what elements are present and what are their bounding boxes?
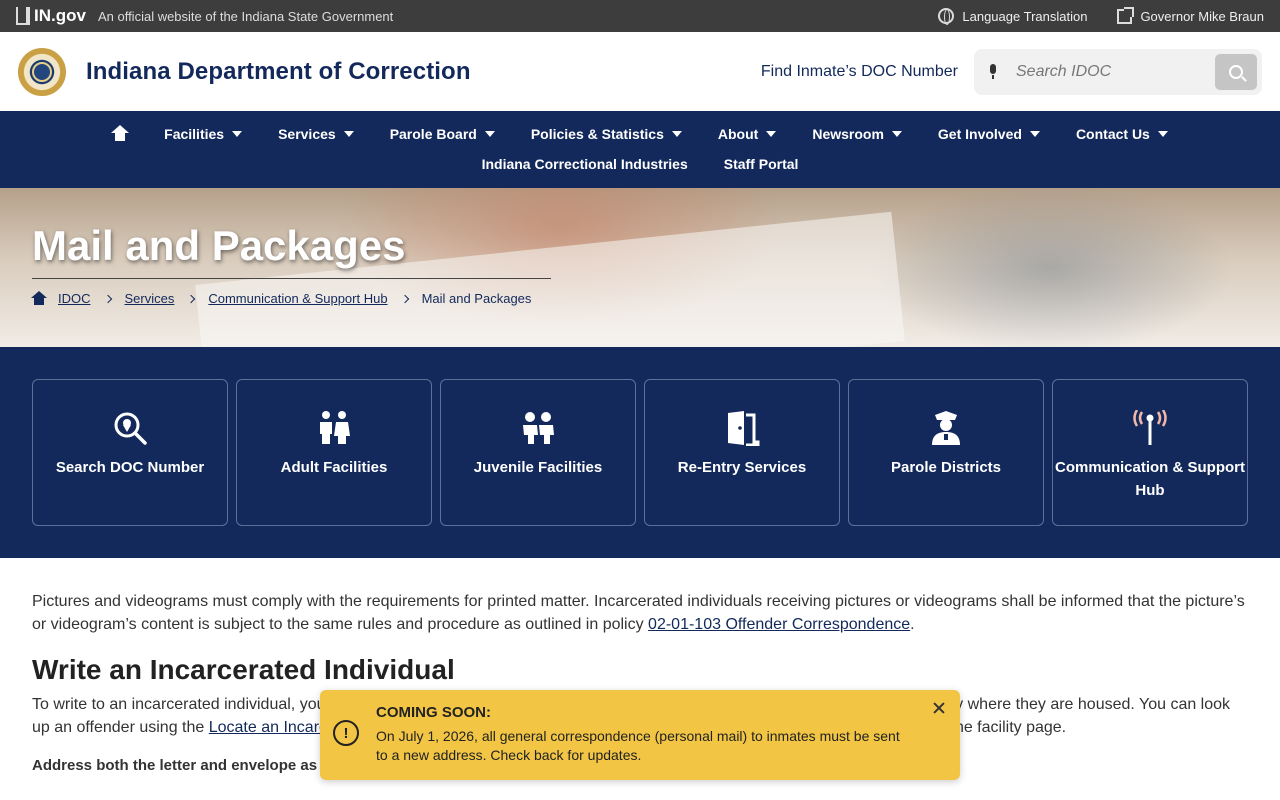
nav-label: Get Involved bbox=[937, 126, 1022, 142]
paragraph-text: Pictures and videograms must comply with… bbox=[32, 593, 1245, 633]
children-icon bbox=[518, 408, 558, 448]
breadcrumb-current: Mail and Packages bbox=[421, 291, 532, 306]
tile-label: Re-Entry Services bbox=[677, 459, 807, 476]
nav-label: Contact Us bbox=[1075, 126, 1150, 142]
language-translation-link[interactable]: Language Translation bbox=[938, 8, 1088, 25]
tile-adult-facilities[interactable]: Adult Facilities bbox=[236, 379, 432, 526]
find-inmate-link[interactable]: Find Inmate’s DOC Number bbox=[761, 63, 958, 81]
caret-down-icon bbox=[232, 131, 243, 137]
search-location-icon bbox=[110, 408, 150, 448]
tile-re-entry-services[interactable]: Re-Entry Services bbox=[644, 379, 840, 526]
coming-soon-alert: ! COMING SOON: On July 1, 2026, all gene… bbox=[320, 690, 960, 780]
tile-communication-support-hub[interactable]: Communication & Support Hub bbox=[1052, 379, 1248, 526]
nav-label: Parole Board bbox=[389, 126, 477, 142]
nav-parole-board[interactable]: Parole Board bbox=[372, 126, 513, 142]
officer-icon bbox=[926, 408, 966, 448]
policy-link[interactable]: 02-01-103 Offender Correspondence bbox=[648, 616, 910, 633]
caret-down-icon bbox=[671, 131, 682, 137]
ingov-logo-text: IN.gov bbox=[34, 6, 86, 25]
governor-link[interactable]: Governor Mike Braun bbox=[1117, 6, 1264, 24]
chevron-right-icon bbox=[187, 294, 196, 303]
caret-down-icon bbox=[484, 131, 495, 137]
nav-label: Policies & Statistics bbox=[530, 126, 664, 142]
home-icon bbox=[111, 125, 130, 141]
breadcrumb-communication-hub[interactable]: Communication & Support Hub bbox=[208, 291, 387, 306]
official-banner: IN.gov An official website of the Indian… bbox=[0, 0, 1280, 32]
pictures-paragraph: Pictures and videograms must comply with… bbox=[32, 593, 1245, 633]
alert-title: COMING SOON: bbox=[376, 704, 491, 721]
door-open-icon bbox=[722, 408, 762, 448]
nav-policies-statistics[interactable]: Policies & Statistics bbox=[513, 126, 700, 142]
tile-label: Communication & Support Hub bbox=[1055, 459, 1245, 499]
caret-down-icon bbox=[1029, 131, 1040, 137]
nav-label: Facilities bbox=[164, 126, 225, 142]
tile-label: Parole Districts bbox=[890, 459, 1002, 476]
exclamation-circle-icon: ! bbox=[333, 720, 359, 746]
nav-label: About bbox=[717, 126, 759, 142]
nav-home[interactable] bbox=[94, 125, 146, 141]
caret-down-icon bbox=[343, 131, 354, 137]
hero-divider bbox=[32, 278, 551, 279]
external-link-icon bbox=[1117, 6, 1135, 24]
page-hero: Mail and Packages IDOC Services Communic… bbox=[0, 188, 1280, 347]
nav-correctional-industries[interactable]: Indiana Correctional Industries bbox=[464, 156, 706, 172]
breadcrumb-home-icon[interactable] bbox=[31, 290, 47, 305]
tile-label: Juvenile Facilities bbox=[473, 459, 603, 476]
search-icon bbox=[1229, 64, 1243, 79]
official-text: An official website of the Indiana State… bbox=[97, 8, 394, 24]
language-translation-label: Language Translation bbox=[962, 8, 1088, 24]
search-button[interactable] bbox=[1215, 53, 1257, 90]
search-box bbox=[974, 48, 1262, 95]
ingov-logo-icon bbox=[16, 7, 30, 25]
site-title[interactable]: Indiana Department of Correction bbox=[86, 58, 471, 86]
governor-label: Governor Mike Braun bbox=[1140, 8, 1264, 24]
globe-icon bbox=[938, 8, 955, 25]
site-header: Indiana Department of Correction Find In… bbox=[0, 32, 1280, 111]
nav-contact-us[interactable]: Contact Us bbox=[1058, 126, 1186, 142]
tile-label: Search DOC Number bbox=[55, 459, 205, 476]
search-input[interactable] bbox=[1016, 62, 1206, 81]
nav-staff-portal[interactable]: Staff Portal bbox=[706, 156, 817, 172]
adults-icon bbox=[314, 408, 354, 448]
breadcrumb-idoc[interactable]: IDOC bbox=[58, 291, 91, 306]
tile-search-doc-number[interactable]: Search DOC Number bbox=[32, 379, 228, 526]
close-icon[interactable] bbox=[932, 701, 946, 715]
page-title: Mail and Packages bbox=[32, 222, 406, 269]
nav-label: Services bbox=[278, 126, 336, 142]
tile-juvenile-facilities[interactable]: Juvenile Facilities bbox=[440, 379, 636, 526]
caret-down-icon bbox=[891, 131, 902, 137]
caret-down-icon bbox=[766, 131, 777, 137]
nav-newsroom[interactable]: Newsroom bbox=[794, 126, 920, 142]
ingov-logo[interactable]: IN.gov bbox=[16, 6, 86, 26]
microphone-icon[interactable] bbox=[988, 63, 998, 80]
breadcrumb-services[interactable]: Services bbox=[125, 291, 175, 306]
seal-center bbox=[32, 61, 52, 82]
tile-label: Adult Facilities bbox=[280, 459, 388, 476]
alert-body: On July 1, 2026, all general corresponde… bbox=[376, 728, 900, 763]
nav-services[interactable]: Services bbox=[260, 126, 372, 142]
section-heading: Write an Incarcerated Individual bbox=[32, 654, 455, 685]
tile-parole-districts[interactable]: Parole Districts bbox=[848, 379, 1044, 526]
idoc-seal-logo[interactable] bbox=[18, 47, 66, 96]
breadcrumb: IDOC Services Communication & Support Hu… bbox=[31, 290, 532, 306]
quick-links: Search DOC Number Adult Facilities Juven… bbox=[0, 347, 1280, 558]
caret-down-icon bbox=[1157, 131, 1168, 137]
main-nav: Facilities Services Parole Board Policie… bbox=[0, 111, 1280, 188]
broadcast-tower-icon bbox=[1130, 408, 1170, 448]
nav-facilities[interactable]: Facilities bbox=[146, 126, 260, 142]
chevron-right-icon bbox=[103, 294, 112, 303]
nav-get-involved[interactable]: Get Involved bbox=[920, 126, 1058, 142]
nav-about[interactable]: About bbox=[700, 126, 794, 142]
nav-label: Newsroom bbox=[812, 126, 884, 142]
chevron-right-icon bbox=[400, 294, 409, 303]
